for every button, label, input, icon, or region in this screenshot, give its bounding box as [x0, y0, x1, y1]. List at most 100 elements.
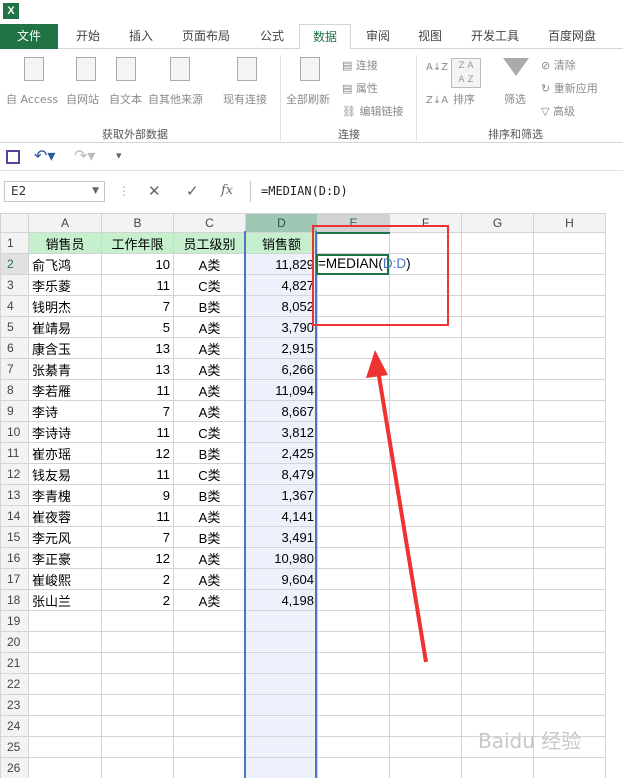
cell[interactable] [389, 736, 462, 758]
cell[interactable] [533, 610, 606, 632]
sales-cell[interactable]: 1,367 [245, 484, 318, 506]
cell[interactable] [461, 421, 534, 443]
reapply-button[interactable]: ↻ 重新应用 [541, 80, 598, 96]
level-cell[interactable]: A类 [173, 505, 246, 527]
cell[interactable] [389, 652, 462, 674]
cell[interactable] [173, 736, 246, 758]
header-cell[interactable]: 销售员 [28, 232, 102, 254]
insert-function-icon[interactable]: fx [221, 183, 233, 198]
cell[interactable] [533, 673, 606, 695]
level-cell[interactable]: B类 [173, 526, 246, 548]
cell[interactable] [389, 295, 462, 317]
row-header[interactable]: 11 [0, 442, 29, 464]
years-cell[interactable]: 11 [101, 463, 174, 485]
row-header[interactable]: 9 [0, 400, 29, 422]
cell-editor[interactable]: =MEDIAN(D:D) [318, 256, 411, 271]
cell[interactable] [317, 316, 390, 338]
tab-review[interactable]: 审阅 [352, 24, 404, 49]
sales-cell[interactable]: 8,052 [245, 295, 318, 317]
column-header-f[interactable]: F [389, 213, 462, 233]
level-cell[interactable]: C类 [173, 463, 246, 485]
cell[interactable] [317, 295, 390, 317]
cell[interactable] [533, 589, 606, 611]
sales-cell[interactable]: 3,790 [245, 316, 318, 338]
level-cell[interactable]: A类 [173, 589, 246, 611]
cell[interactable] [317, 736, 390, 758]
cell[interactable] [245, 757, 318, 778]
header-cell[interactable]: 工作年限 [101, 232, 174, 254]
row-header[interactable]: 12 [0, 463, 29, 485]
cell[interactable] [461, 316, 534, 338]
cell[interactable] [461, 295, 534, 317]
row-header[interactable]: 4 [0, 295, 29, 317]
cell[interactable] [389, 379, 462, 401]
cell[interactable] [173, 694, 246, 716]
level-cell[interactable]: A类 [173, 568, 246, 590]
years-cell[interactable]: 10 [101, 253, 174, 275]
cell[interactable] [533, 316, 606, 338]
cell[interactable] [101, 757, 174, 778]
from-other-sources-button[interactable]: 自其他来源 [148, 91, 203, 107]
level-cell[interactable]: A类 [173, 316, 246, 338]
save-icon[interactable] [6, 150, 20, 164]
edit-links-button[interactable]: ⛓ 编辑链接 [342, 103, 403, 119]
header-cell[interactable]: 员工级别 [173, 232, 246, 254]
row-header[interactable]: 3 [0, 274, 29, 296]
cell[interactable] [533, 505, 606, 527]
cell[interactable] [317, 337, 390, 359]
cell[interactable] [389, 715, 462, 737]
row-header[interactable]: 24 [0, 715, 29, 737]
cell[interactable] [317, 421, 390, 443]
cell[interactable] [461, 379, 534, 401]
header-cell[interactable]: 销售额 [245, 232, 318, 254]
cell[interactable] [533, 274, 606, 296]
cell[interactable] [533, 694, 606, 716]
tab-data[interactable]: 数据 [299, 24, 351, 50]
years-cell[interactable]: 2 [101, 589, 174, 611]
name-cell[interactable]: 李诗诗 [28, 421, 102, 443]
cell[interactable] [389, 274, 462, 296]
sales-cell[interactable]: 11,829 [245, 253, 318, 275]
refresh-all-button[interactable]: 全部刷新 [286, 91, 330, 107]
years-cell[interactable]: 2 [101, 568, 174, 590]
sales-cell[interactable]: 4,141 [245, 505, 318, 527]
cell[interactable] [389, 400, 462, 422]
row-header[interactable]: 16 [0, 547, 29, 569]
cell[interactable] [389, 589, 462, 611]
level-cell[interactable]: A类 [173, 547, 246, 569]
tab-view[interactable]: 视图 [404, 24, 456, 49]
name-cell[interactable]: 李乐菱 [28, 274, 102, 296]
cell[interactable] [245, 715, 318, 737]
cell[interactable] [28, 757, 102, 778]
cell[interactable] [533, 547, 606, 569]
cell[interactable] [533, 442, 606, 464]
cell[interactable] [317, 547, 390, 569]
level-cell[interactable]: A类 [173, 253, 246, 275]
cell[interactable] [461, 358, 534, 380]
row-header[interactable]: 1 [0, 232, 29, 254]
level-cell[interactable]: B类 [173, 295, 246, 317]
sales-cell[interactable]: 3,491 [245, 526, 318, 548]
tab-home[interactable]: 开始 [62, 24, 114, 49]
cell[interactable] [533, 358, 606, 380]
cell[interactable] [28, 631, 102, 653]
row-header[interactable]: 18 [0, 589, 29, 611]
cell[interactable] [533, 253, 606, 275]
tab-developer[interactable]: 开发工具 [458, 24, 532, 49]
cell[interactable] [389, 673, 462, 695]
sales-cell[interactable]: 8,479 [245, 463, 318, 485]
name-box[interactable]: E2 ▼ [4, 181, 105, 202]
cell[interactable] [461, 232, 534, 254]
cell[interactable] [317, 715, 390, 737]
cell[interactable] [245, 694, 318, 716]
cell[interactable] [533, 379, 606, 401]
years-cell[interactable]: 7 [101, 526, 174, 548]
cell[interactable] [317, 568, 390, 590]
cell[interactable] [533, 400, 606, 422]
cell[interactable] [101, 610, 174, 632]
cell[interactable] [389, 463, 462, 485]
cell[interactable] [461, 505, 534, 527]
cell[interactable] [173, 652, 246, 674]
cell[interactable] [28, 673, 102, 695]
name-cell[interactable]: 李若雁 [28, 379, 102, 401]
